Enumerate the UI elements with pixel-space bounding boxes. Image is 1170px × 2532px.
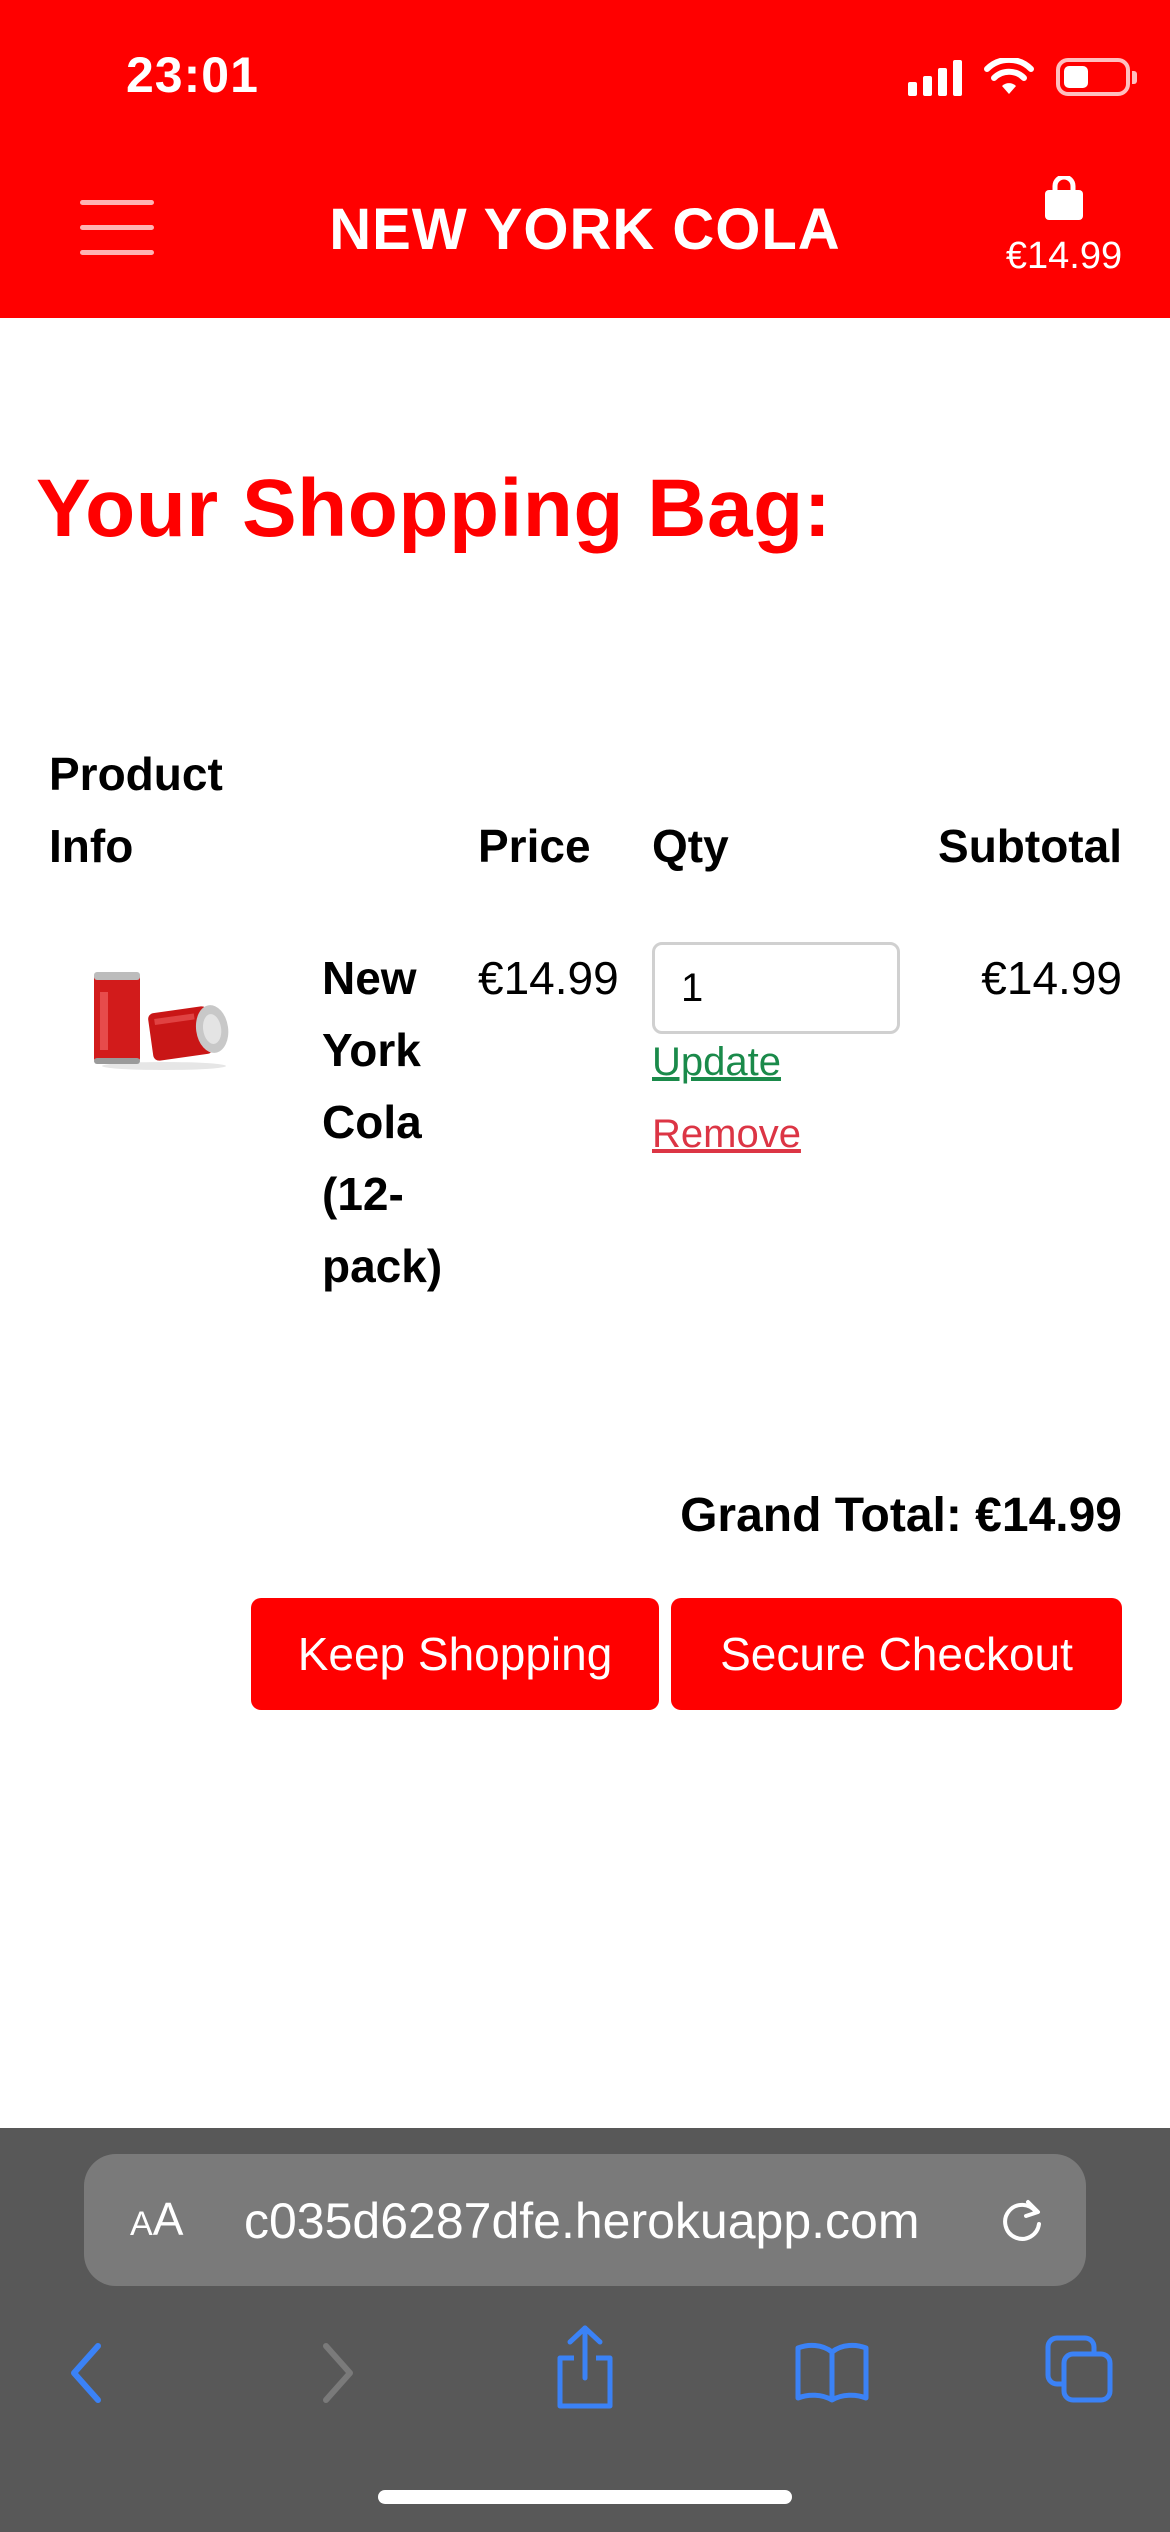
wifi-icon bbox=[984, 58, 1034, 94]
header-product-line2: Info bbox=[49, 820, 134, 872]
product-subtotal: €14.99 bbox=[981, 952, 1122, 1004]
url-text[interactable]: c035d6287dfe.herokuapp.com bbox=[244, 2192, 920, 2250]
keep-shopping-button[interactable]: Keep Shopping bbox=[251, 1598, 659, 1710]
cola-cans-image bbox=[94, 972, 229, 1070]
page-title: Your Shopping Bag: bbox=[36, 463, 832, 554]
signal-icon bbox=[908, 58, 962, 96]
grand-total: Grand Total: €14.99 bbox=[680, 1489, 1122, 1542]
back-icon[interactable] bbox=[66, 2340, 106, 2406]
header-price: Price bbox=[478, 820, 591, 872]
bookmarks-icon[interactable] bbox=[794, 2338, 870, 2404]
product-name-line: (12- bbox=[322, 1168, 404, 1220]
tabs-icon[interactable] bbox=[1044, 2334, 1114, 2404]
text-size-button[interactable]: AA bbox=[130, 2192, 183, 2246]
product-name-line: pack) bbox=[322, 1240, 443, 1292]
header-qty: Qty bbox=[652, 820, 729, 872]
header-product-line1: Product bbox=[49, 748, 223, 800]
product-name-line: Cola bbox=[322, 1096, 422, 1148]
forward-icon bbox=[323, 2343, 353, 2403]
reload-icon[interactable] bbox=[996, 2194, 1048, 2246]
header-product-info: Product Info bbox=[49, 738, 223, 882]
site-header: 23:01 NEW YORK COLA €14.99 bbox=[0, 0, 1170, 318]
browser-nav-row bbox=[0, 2318, 1170, 2428]
battery-icon bbox=[1056, 58, 1137, 96]
bag-button[interactable]: €14.99 bbox=[994, 174, 1134, 278]
status-icons bbox=[908, 52, 1137, 102]
product-name: New York Cola (12- pack) bbox=[322, 942, 472, 1302]
update-link[interactable]: Update bbox=[652, 1040, 781, 1085]
bag-total: €14.99 bbox=[1005, 235, 1123, 277]
product-name-line: York bbox=[322, 1024, 421, 1076]
share-icon[interactable] bbox=[552, 2324, 618, 2410]
secure-checkout-button[interactable]: Secure Checkout bbox=[671, 1598, 1122, 1710]
address-bar[interactable]: AA c035d6287dfe.herokuapp.com bbox=[84, 2154, 1086, 2286]
header-subtotal: Subtotal bbox=[938, 820, 1122, 872]
product-price: €14.99 bbox=[478, 952, 619, 1004]
remove-link[interactable]: Remove bbox=[652, 1112, 801, 1157]
browser-toolbar: AA c035d6287dfe.herokuapp.com bbox=[0, 2128, 1170, 2532]
shopping-bag-icon bbox=[1045, 174, 1083, 220]
quantity-input[interactable] bbox=[652, 942, 900, 1034]
product-name-line: New bbox=[322, 952, 417, 1004]
home-indicator bbox=[378, 2490, 792, 2504]
status-time: 23:01 bbox=[126, 47, 259, 103]
